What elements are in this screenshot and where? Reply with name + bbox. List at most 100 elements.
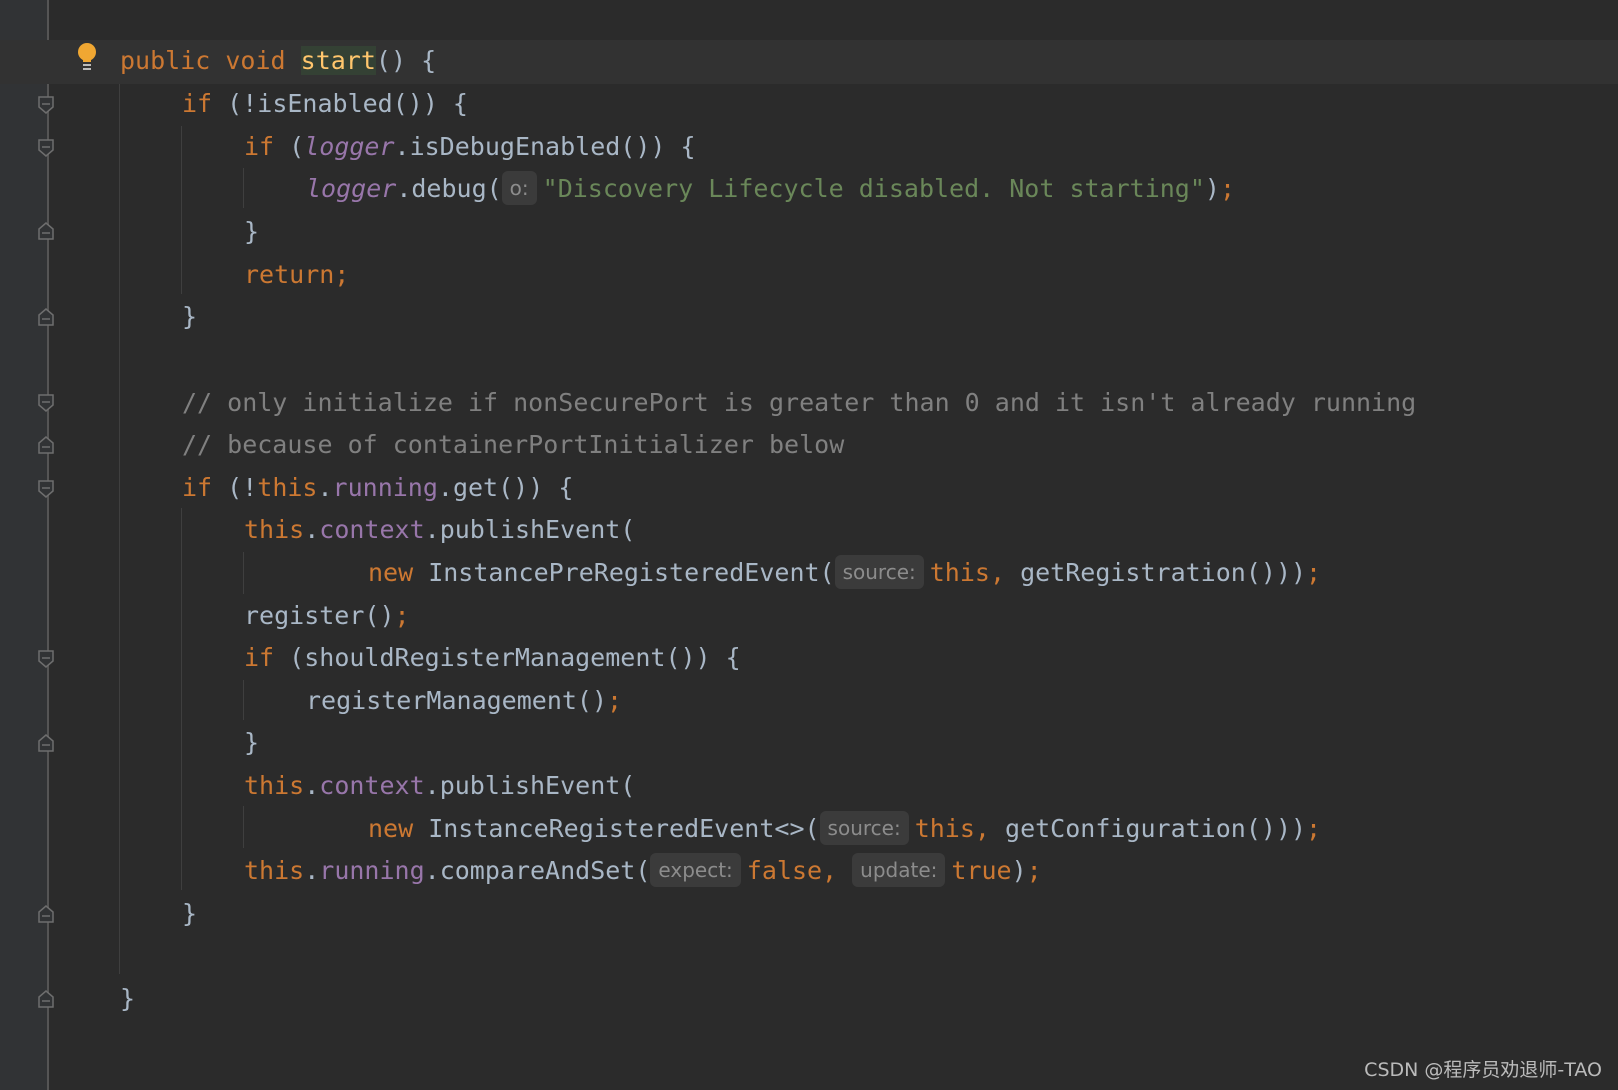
keyword-if: if <box>182 89 213 118</box>
code-punctuation: () { <box>375 46 437 75</box>
keyword-this: this <box>244 771 305 800</box>
code-text: registerManagement() <box>306 686 608 715</box>
code-line-1[interactable]: public void start() { <box>120 39 436 83</box>
watermark: CSDN @程序员劝退师-TAO <box>1364 1059 1602 1081</box>
code-text: ( <box>274 132 305 161</box>
indent-guide <box>181 508 182 890</box>
keyword-if: if <box>182 473 213 502</box>
indent-guide <box>243 680 244 720</box>
code-line-13[interactable]: register(); <box>244 594 410 638</box>
code-line-4[interactable]: logger.debug(o: "Discovery Lifecycle disa… <box>306 167 1235 211</box>
parameter-hint: source: <box>834 555 924 589</box>
keyword-true: true <box>951 856 1012 885</box>
indent-guide <box>119 84 120 974</box>
code-text: ) <box>1204 174 1220 203</box>
code-text: .debug( <box>396 174 502 203</box>
keyword-if: if <box>244 643 275 672</box>
code-line-19[interactable]: this.running.compareAndSet(expect: false,… <box>244 849 1042 893</box>
code-text: .publishEvent( <box>424 771 636 800</box>
keyword-new: new <box>368 814 414 843</box>
code-line-15[interactable]: registerManagement(); <box>306 679 622 723</box>
code-text: . <box>304 856 320 885</box>
code-line-10[interactable]: if (!this.running.get()) { <box>182 466 573 510</box>
editor-gutter <box>0 0 48 1090</box>
semicolon: ; <box>394 601 410 630</box>
field-logger: logger <box>304 132 395 161</box>
fold-end-marker-icon[interactable] <box>38 734 54 752</box>
string-literal: "Discovery Lifecycle disabled. Not start… <box>542 174 1205 203</box>
indent-guide <box>243 806 244 848</box>
code-text: (!isEnabled()) { <box>212 89 468 118</box>
lightbulb-icon[interactable] <box>76 42 98 72</box>
keyword-void: void <box>225 46 286 75</box>
code-line-3[interactable]: if (logger.isDebugEnabled()) { <box>244 125 696 169</box>
code-text: InstanceRegisteredEvent<>( <box>413 814 820 843</box>
field-logger: logger <box>306 174 397 203</box>
code-line-18[interactable]: new InstanceRegisteredEvent<>(source: thi… <box>368 807 1321 851</box>
code-line-21[interactable]: } <box>120 977 135 1021</box>
code-text: getRegistration())) <box>1005 558 1307 587</box>
code-text: InstancePreRegisteredEvent( <box>413 558 835 587</box>
keyword-public: public <box>120 46 211 75</box>
fold-marker-icon[interactable] <box>38 650 54 668</box>
closing-brace: } <box>244 217 260 246</box>
code-text: .compareAndSet( <box>424 856 651 885</box>
closing-brace: } <box>244 728 260 757</box>
code-line-8[interactable]: // only initialize if nonSecurePort is g… <box>182 381 1416 425</box>
code-line-16[interactable]: } <box>244 721 259 765</box>
fold-marker-icon[interactable] <box>38 96 54 114</box>
closing-brace: } <box>120 984 136 1013</box>
code-line-2[interactable]: if (!isEnabled()) { <box>182 82 468 126</box>
code-text: (shouldRegisterManagement()) { <box>274 643 741 672</box>
indent-guide <box>243 552 244 594</box>
code-text: . <box>304 515 320 544</box>
gutter-separator <box>47 0 49 1090</box>
fold-end-marker-icon[interactable] <box>38 905 54 923</box>
code-line-9[interactable]: // because of containerPortInitializer b… <box>182 423 844 467</box>
code-line-20[interactable]: } <box>182 892 197 936</box>
indent-guide <box>243 168 244 208</box>
fold-end-marker-icon[interactable] <box>38 436 54 454</box>
parameter-hint: source: <box>819 811 909 845</box>
comment: // because of containerPortInitializer b… <box>182 430 845 459</box>
parameter-hint: update: <box>852 853 946 887</box>
fold-marker-icon[interactable] <box>38 394 54 412</box>
code-line-11[interactable]: this.context.publishEvent( <box>244 508 635 552</box>
semicolon: ; <box>1306 814 1322 843</box>
fold-end-marker-icon[interactable] <box>38 308 54 326</box>
fold-end-marker-icon[interactable] <box>38 990 54 1008</box>
code-text: .isDebugEnabled()) { <box>394 132 696 161</box>
keyword-this: this, <box>929 558 1006 587</box>
keyword-false: false, <box>746 856 838 885</box>
keyword-this: this <box>257 473 318 502</box>
fold-end-marker-icon[interactable] <box>38 222 54 240</box>
closing-brace: } <box>182 899 198 928</box>
code-text: .get()) { <box>437 473 574 502</box>
code-line-14[interactable]: if (shouldRegisterManagement()) { <box>244 636 741 680</box>
keyword-new: new <box>368 558 414 587</box>
code-line-12[interactable]: new InstancePreRegisteredEvent(source: th… <box>368 551 1321 595</box>
keyword-return: return; <box>244 260 350 289</box>
keyword-this: this <box>244 515 305 544</box>
comment: // only initialize if nonSecurePort is g… <box>182 388 1417 417</box>
code-line-17[interactable]: this.context.publishEvent( <box>244 764 635 808</box>
code-text: ) <box>1011 856 1027 885</box>
closing-brace: } <box>182 302 198 331</box>
fold-marker-icon[interactable] <box>38 480 54 498</box>
parameter-hint: expect: <box>650 853 741 887</box>
field-context: context <box>319 771 425 800</box>
field-context: context <box>319 515 425 544</box>
field-running: running <box>332 473 438 502</box>
semicolon: ; <box>607 686 623 715</box>
code-line-7[interactable]: } <box>182 295 197 339</box>
method-name: start <box>300 46 376 75</box>
code-text: getConfiguration())) <box>989 814 1307 843</box>
fold-marker-icon[interactable] <box>38 139 54 157</box>
keyword-if: if <box>244 132 275 161</box>
field-running: running <box>319 856 425 885</box>
code-text: . <box>304 771 320 800</box>
code-text: register() <box>244 601 395 630</box>
code-line-5[interactable]: } <box>244 210 259 254</box>
code-line-6[interactable]: return; <box>244 253 349 297</box>
semicolon: ; <box>1306 558 1322 587</box>
